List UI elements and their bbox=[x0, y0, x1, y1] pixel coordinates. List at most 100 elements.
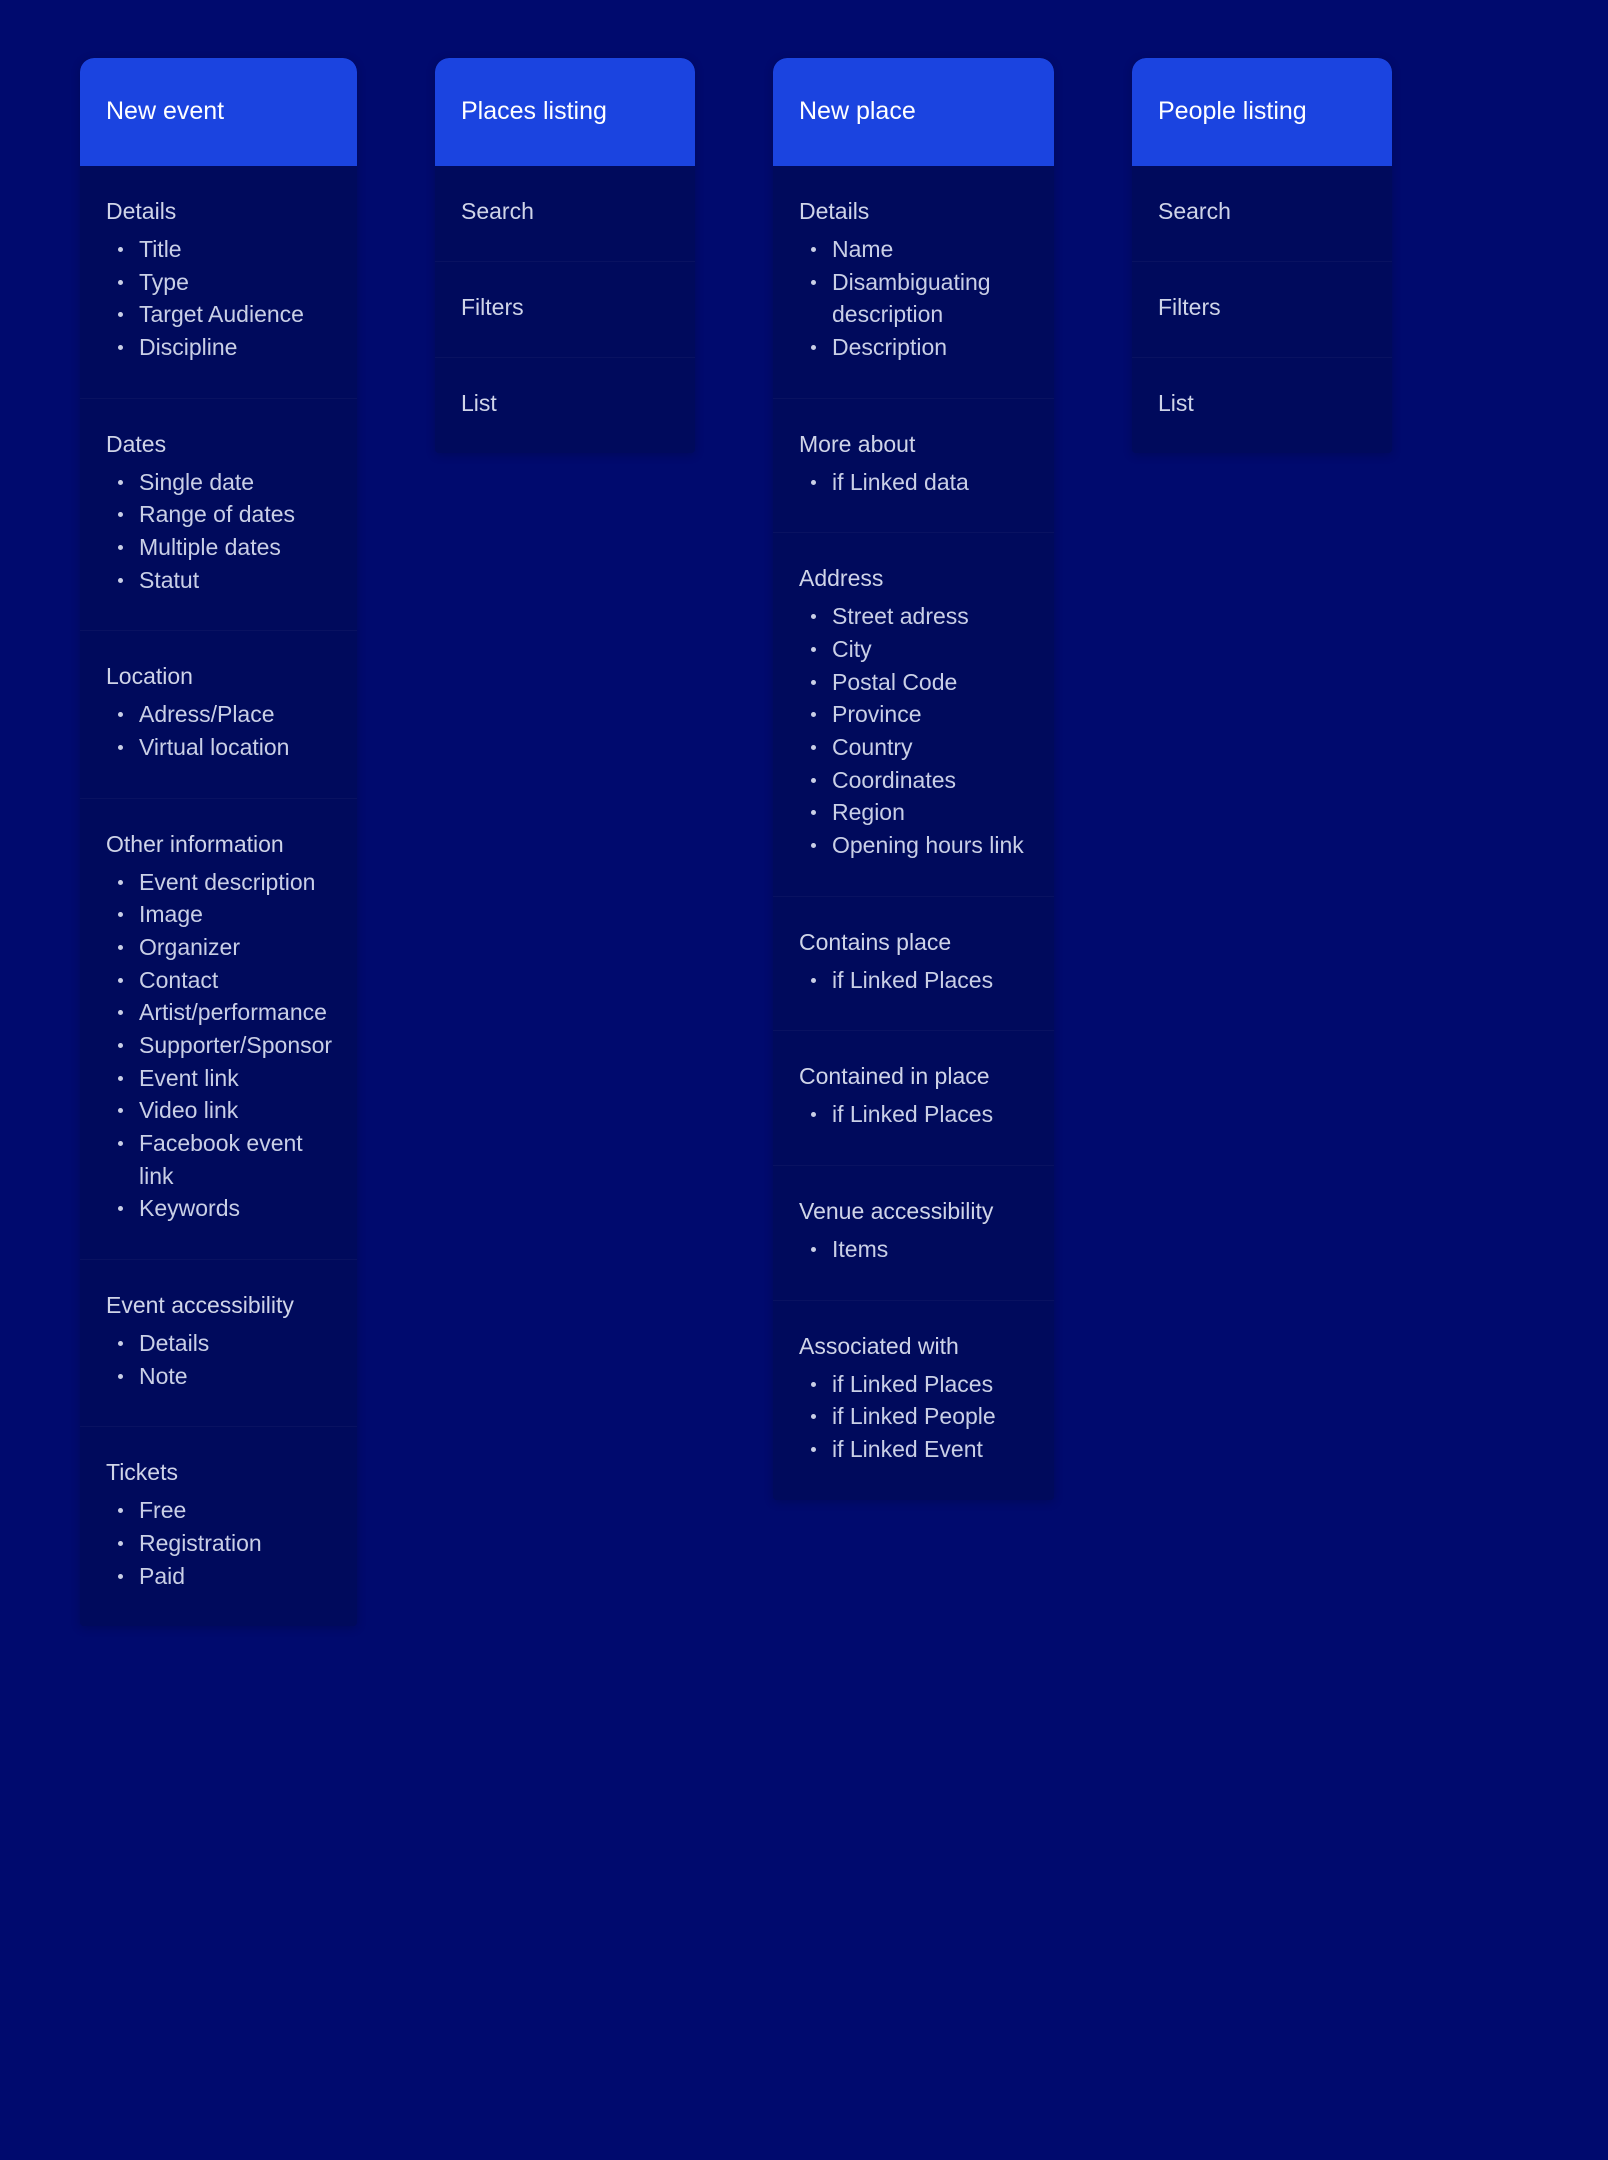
section-title: Dates bbox=[106, 430, 167, 457]
list-item[interactable]: Image bbox=[106, 898, 331, 931]
list-item[interactable]: Keywords bbox=[106, 1192, 331, 1225]
list-item[interactable]: if Linked Places bbox=[799, 1098, 1028, 1131]
section: Location Adress/Place Virtual location bbox=[80, 631, 357, 799]
card-board: New event Details Title Type Target Audience… bbox=[0, 0, 1608, 2160]
section-list: Details Note bbox=[106, 1327, 331, 1392]
section-list: Single date Range of dates Multiple dates S… bbox=[106, 466, 331, 597]
section-list: if Linked data bbox=[799, 466, 1028, 499]
card-new-place: New place Details Name Disambiguating descr… bbox=[773, 58, 1054, 1500]
list-item[interactable]: Items bbox=[799, 1233, 1028, 1266]
section-list: Adress/Place Virtual location bbox=[106, 698, 331, 763]
list-item[interactable]: Description bbox=[799, 331, 1028, 364]
section-title: Contains place bbox=[799, 928, 952, 955]
menu-item[interactable]: List bbox=[435, 358, 695, 453]
list-item[interactable]: Opening hours link bbox=[799, 829, 1028, 862]
card-places-listing: Places listing Search Filters List bbox=[435, 58, 695, 454]
list-item[interactable]: Street adress bbox=[799, 600, 1028, 633]
list-item[interactable]: if Linked data bbox=[799, 466, 1028, 499]
list-item[interactable]: Disambiguating description bbox=[799, 266, 1028, 331]
section: Contained in place if Linked Places bbox=[773, 1031, 1054, 1167]
list-item[interactable]: if Linked People bbox=[799, 1400, 1028, 1433]
card-body-new-place: Details Name Disambiguating description Des… bbox=[773, 166, 1054, 1500]
list-item[interactable]: Organizer bbox=[106, 931, 331, 964]
card-header-new-event[interactable]: New event bbox=[80, 58, 357, 166]
list-item[interactable]: Event description bbox=[106, 866, 331, 899]
section-title: Associated with bbox=[799, 1332, 959, 1359]
list-item[interactable]: Artist/performance bbox=[106, 996, 331, 1029]
list-item[interactable]: Type bbox=[106, 266, 331, 299]
list-item[interactable]: Postal Code bbox=[799, 666, 1028, 699]
section: Details Name Disambiguating description Des… bbox=[773, 166, 1054, 399]
list-item[interactable]: Discipline bbox=[106, 331, 331, 364]
list-item[interactable]: Virtual location bbox=[106, 731, 331, 764]
section: Address Street adress City Postal Code Provi… bbox=[773, 533, 1054, 897]
section: Venue accessibility Items bbox=[773, 1166, 1054, 1301]
section: Tickets Free Registration Paid bbox=[80, 1427, 357, 1627]
section-title: Other information bbox=[106, 830, 284, 857]
list-item[interactable]: Country bbox=[799, 731, 1028, 764]
section-list: if Linked Places if Linked People if Linke… bbox=[799, 1368, 1028, 1466]
list-item[interactable]: Video link bbox=[106, 1094, 331, 1127]
list-item[interactable]: Details bbox=[106, 1327, 331, 1360]
section: Other information Event description Image O… bbox=[80, 798, 357, 1260]
list-item[interactable]: if Linked Places bbox=[799, 964, 1028, 997]
section-list: Street adress City Postal Code Province Coun… bbox=[799, 600, 1028, 861]
list-item[interactable]: Paid bbox=[106, 1560, 331, 1593]
card-header-places-listing[interactable]: Places listing bbox=[435, 58, 695, 166]
section: Contains place if Linked Places bbox=[773, 896, 1054, 1032]
list-item[interactable]: Note bbox=[106, 1360, 331, 1393]
list-item[interactable]: Single date bbox=[106, 466, 331, 499]
section-list: if Linked Places bbox=[799, 964, 1028, 997]
list-item[interactable]: Title bbox=[106, 233, 331, 266]
list-item[interactable]: Supporter/Sponsor bbox=[106, 1029, 332, 1062]
list-item[interactable]: Name bbox=[799, 233, 1028, 266]
list-item[interactable]: Registration bbox=[106, 1527, 331, 1560]
menu-item[interactable]: List bbox=[1132, 358, 1392, 453]
section-list: Title Type Target Audience Discipline bbox=[106, 233, 331, 364]
list-item[interactable]: Free bbox=[106, 1494, 331, 1527]
section: More about if Linked data bbox=[773, 398, 1054, 534]
menu-item[interactable]: Search bbox=[1132, 166, 1392, 262]
section-list: Free Registration Paid bbox=[106, 1494, 331, 1592]
section-list: Name Disambiguating description Descriptio… bbox=[799, 233, 1028, 364]
section-list: Items bbox=[799, 1233, 1028, 1266]
section-title: Details bbox=[799, 198, 870, 224]
section-title: Details bbox=[106, 198, 177, 224]
list-item[interactable]: Region bbox=[799, 796, 1028, 829]
list-item[interactable]: Coordinates bbox=[799, 764, 1028, 797]
card-body-people-listing: Search Filters List bbox=[1132, 166, 1392, 453]
card-new-event: New event Details Title Type Target Audience… bbox=[80, 58, 357, 1627]
section-title: More about bbox=[799, 430, 916, 457]
list-item[interactable]: Adress/Place bbox=[106, 698, 331, 731]
card-header-new-place[interactable]: New place bbox=[773, 58, 1054, 166]
section-list: if Linked Places bbox=[799, 1098, 1028, 1131]
section-title: Contained in place bbox=[799, 1063, 990, 1090]
list-item[interactable]: Event link bbox=[106, 1062, 331, 1095]
section-title: Venue accessibility bbox=[799, 1198, 994, 1225]
menu-item[interactable]: Filters bbox=[435, 262, 695, 358]
card-header-people-listing[interactable]: People listing bbox=[1132, 58, 1392, 166]
section: Associated with if Linked Places if Linked… bbox=[773, 1300, 1054, 1500]
menu-item[interactable]: Search bbox=[435, 166, 695, 262]
list-item[interactable]: Statut bbox=[106, 564, 331, 597]
list-item[interactable]: if Linked Places bbox=[799, 1368, 1028, 1401]
menu-item[interactable]: Filters bbox=[1132, 262, 1392, 358]
section-list: Event description Image Organizer Contact Ar… bbox=[106, 866, 332, 1225]
section-title: Tickets bbox=[106, 1459, 178, 1486]
list-item[interactable]: Multiple dates bbox=[106, 531, 331, 564]
list-item[interactable]: Target Audience bbox=[106, 298, 331, 331]
section-title: Event accessibility bbox=[106, 1291, 294, 1318]
list-item[interactable]: City bbox=[799, 633, 1028, 666]
section: Dates Single date Range of dates Multiple d… bbox=[80, 398, 357, 632]
section: Details Title Type Target Audience Disciplin… bbox=[80, 166, 357, 399]
list-item[interactable]: Facebook event link bbox=[106, 1127, 331, 1192]
section-title: Address bbox=[799, 565, 884, 592]
list-item[interactable]: Contact bbox=[106, 964, 331, 997]
list-item[interactable]: if Linked Event bbox=[799, 1433, 1028, 1466]
card-people-listing: People listing Search Filters List bbox=[1132, 58, 1392, 454]
list-item[interactable]: Range of dates bbox=[106, 498, 331, 531]
list-item[interactable]: Province bbox=[799, 698, 1028, 731]
card-body-places-listing: Search Filters List bbox=[435, 166, 695, 453]
card-body-new-event: Details Title Type Target Audience Disciplin… bbox=[80, 166, 357, 1627]
section-title: Location bbox=[106, 663, 193, 690]
